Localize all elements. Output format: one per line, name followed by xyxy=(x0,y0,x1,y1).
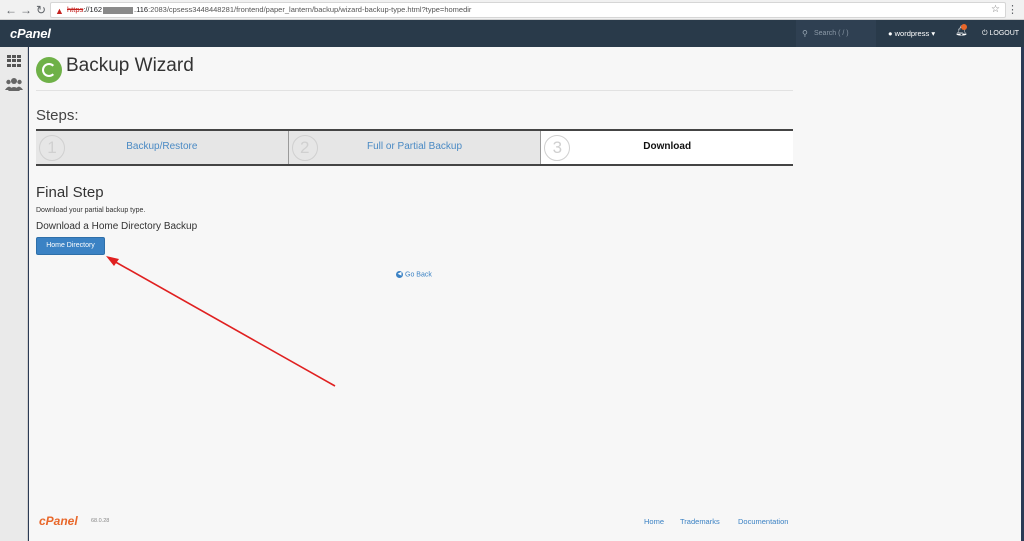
footer-link-documentation[interactable]: Documentation xyxy=(738,517,788,526)
go-back-label: Go Back xyxy=(405,271,432,279)
step-label[interactable]: Backup/Restore xyxy=(36,141,288,152)
caret-down-icon: ▾ xyxy=(931,29,936,38)
cpanel-header: cPanel ⚲ Search ( / ) ● wordpress ▾ 🔔︎ ⏻… xyxy=(0,20,1024,47)
step-label[interactable]: Full or Partial Backup xyxy=(289,141,541,152)
download-heading: Download a Home Directory Backup xyxy=(36,221,198,232)
reload-icon[interactable]: ↻ xyxy=(34,2,48,18)
apps-grid-icon[interactable] xyxy=(7,55,21,67)
final-step-description: Download your partial backup type. xyxy=(36,207,146,214)
back-arrow-icon[interactable]: ← xyxy=(4,2,18,18)
browser-toolbar: ← → ↻ ▲ https://162 .116:2083/cpsess34484… xyxy=(0,0,1024,20)
page-header: Backup Wizard xyxy=(36,55,793,91)
forward-arrow-icon[interactable]: → xyxy=(19,2,33,18)
footer-link-home[interactable]: Home xyxy=(644,517,664,526)
go-back-link[interactable]: ◀ Go Back xyxy=(396,271,432,278)
search-input[interactable]: ⚲ Search ( / ) xyxy=(796,20,876,47)
step-download: 3 Download xyxy=(541,131,794,164)
redacted-ip xyxy=(103,6,134,14)
steps-heading: Steps: xyxy=(36,107,79,124)
browser-menu-icon[interactable]: ⋮ xyxy=(1007,2,1018,18)
search-icon: ⚲ xyxy=(802,29,808,38)
logout-label: LOGOUT xyxy=(989,30,1020,37)
cpanel-logo[interactable]: cPanel xyxy=(10,26,51,41)
bookmark-star-icon[interactable]: ☆ xyxy=(991,3,1000,17)
warning-icon: ▲ xyxy=(55,6,64,16)
footer-version: 68.0.28 xyxy=(91,518,110,524)
step-label: Download xyxy=(643,141,692,152)
backup-wizard-icon xyxy=(36,57,62,83)
page-title: Backup Wizard xyxy=(66,55,194,76)
logout-button[interactable]: ⏻ LOGOUT xyxy=(982,20,1019,47)
home-directory-button[interactable]: Home Directory xyxy=(36,237,105,255)
address-bar[interactable]: ▲ https://162 .116:2083/cpsess3448448281/… xyxy=(50,2,1006,18)
left-sidebar xyxy=(0,47,28,541)
step-full-or-partial[interactable]: 2 Full or Partial Backup xyxy=(288,131,542,164)
wizard-steps: 1 Backup/Restore 2 Full or Partial Backu… xyxy=(36,129,794,166)
footer-cpanel-logo: cPanel xyxy=(39,514,78,528)
notifications-bell-icon[interactable]: 🔔︎ xyxy=(955,24,968,37)
notification-badge xyxy=(961,24,967,30)
final-step-heading: Final Step xyxy=(36,184,104,201)
main-content: Backup Wizard Steps: 1 Backup/Restore 2 … xyxy=(29,47,1021,541)
search-placeholder: Search ( / ) xyxy=(814,30,849,37)
url-scheme: https xyxy=(67,5,84,14)
username: wordpress xyxy=(894,29,930,38)
url-host: ://162 xyxy=(83,5,103,14)
url-host-tail: .116 xyxy=(134,5,149,14)
users-icon[interactable] xyxy=(5,77,23,91)
go-back-icon: ◀ xyxy=(396,271,403,278)
user-menu[interactable]: ● wordpress ▾ xyxy=(888,20,935,47)
user-icon: ● xyxy=(888,29,893,38)
step-backup-restore[interactable]: 1 Backup/Restore xyxy=(36,131,289,164)
url-path: :2083/cpsess3448448281/frontend/paper_la… xyxy=(148,5,472,14)
footer-link-trademarks[interactable]: Trademarks xyxy=(680,517,720,526)
